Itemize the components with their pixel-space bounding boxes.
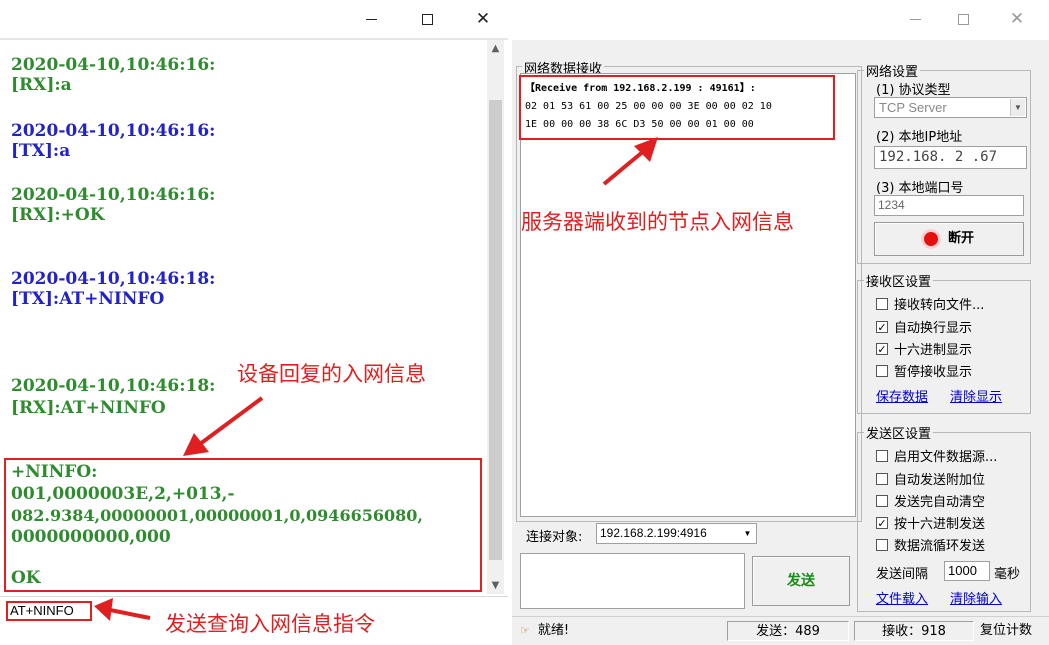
annotation-arrows	[602, 137, 658, 186]
connect-target-select[interactable]: 192.168.2.199:4916 ▼	[596, 523, 757, 544]
tx-option-auto-clear[interactable]: 发送完自动清空	[876, 491, 985, 510]
chevron-down-icon[interactable]: ▼	[740, 525, 755, 542]
connect-target-label: 连接对象:	[526, 530, 583, 545]
tx-option-hex-send[interactable]: ✓ 按十六进制发送	[876, 513, 985, 532]
checkbox[interactable]	[876, 494, 888, 507]
rx-option-to-file[interactable]: 接收转向文件...	[876, 294, 984, 313]
net-settings-title: 网络设置	[864, 61, 921, 80]
checkbox[interactable]	[876, 472, 888, 485]
checkbox[interactable]	[876, 364, 888, 377]
close-button[interactable]: ✕	[994, 0, 1040, 38]
checkbox[interactable]	[876, 449, 888, 462]
port-label: (3) 本地端口号	[876, 181, 964, 196]
chevron-down-icon[interactable]: ▼	[1010, 99, 1025, 116]
annotation-arrows	[94, 396, 264, 621]
load-file-link[interactable]: 文件载入	[876, 588, 928, 607]
protocol-select[interactable]: TCP Server ▼	[874, 97, 1027, 118]
checkbox-checked[interactable]: ✓	[876, 342, 888, 355]
maximize-button[interactable]	[940, 0, 986, 38]
tx-option-append-bits[interactable]: 自动发送附加位	[876, 469, 985, 488]
ready-label: 就绪!	[537, 623, 570, 638]
send-button[interactable]: 发送	[752, 556, 850, 606]
ip-field[interactable]: 192.168. 2 .67	[874, 146, 1027, 169]
checkbox-checked[interactable]: ✓	[876, 516, 888, 529]
checkbox[interactable]	[876, 297, 888, 310]
maximize-icon	[957, 13, 969, 25]
checkbox[interactable]	[876, 538, 888, 551]
interval-unit: 毫秒	[994, 567, 1021, 582]
minimize-icon	[909, 18, 921, 20]
arrow-to-reply	[198, 396, 264, 446]
save-data-link[interactable]: 保存数据	[876, 386, 928, 405]
network-assistant-window: ✕ 网络数据接收 【Receive from 192.168.2.199 : 4…	[512, 0, 1049, 645]
option-label: 启用文件数据源...	[894, 450, 998, 465]
close-icon: ✕	[1009, 8, 1025, 29]
hand-pointer-icon: ☞	[520, 624, 530, 637]
tx-option-file-source[interactable]: 启用文件数据源...	[876, 446, 997, 465]
status-bar: ☞ 就绪! 发送：489 接收：918 复位计数	[512, 616, 1049, 645]
interval-label: 发送间隔	[876, 567, 929, 582]
option-label: 发送完自动清空	[894, 495, 986, 510]
option-label: 数据流循环发送	[894, 539, 986, 554]
disconnect-button[interactable]: 断开	[874, 222, 1024, 256]
interval-field[interactable]: 1000	[944, 561, 990, 581]
arrow-head	[94, 598, 113, 621]
reset-count-button[interactable]: 复位计数	[980, 621, 1049, 641]
checkbox-checked[interactable]: ✓	[876, 320, 888, 333]
serial-terminal-window: ✕ 2020-04-10,10:46:16: [RX]:a 2020-04-10…	[0, 0, 508, 645]
arrow-head	[183, 433, 209, 456]
status-led-icon	[923, 231, 938, 246]
connect-target-value: 192.168.2.199:4916	[600, 526, 707, 540]
clear-input-link[interactable]: 清除输入	[950, 588, 1002, 607]
arrow-to-rx	[602, 148, 647, 186]
disconnect-label: 断开	[947, 231, 974, 246]
option-label: 暂停接收显示	[894, 365, 973, 380]
rx-option-pause[interactable]: 暂停接收显示	[876, 361, 972, 380]
clear-display-link[interactable]: 清除显示	[950, 386, 1002, 405]
option-label: 接收转向文件...	[894, 298, 985, 313]
send-input[interactable]	[520, 553, 745, 609]
option-label: 十六进制显示	[894, 343, 973, 358]
rx-option-hex-display[interactable]: ✓ 十六进制显示	[876, 339, 972, 358]
option-label: 自动发送附加位	[894, 473, 986, 488]
received-count: 接收：918	[854, 621, 974, 641]
option-label: 自动换行显示	[894, 321, 973, 336]
minimize-button[interactable]	[892, 0, 938, 38]
protocol-label: (1) 协议类型	[876, 83, 951, 98]
rx-settings-title: 接收区设置	[864, 271, 934, 290]
sent-count: 发送：489	[727, 621, 849, 641]
option-label: 按十六进制发送	[894, 517, 986, 532]
arrow-to-input	[109, 608, 151, 620]
rx-option-auto-wrap[interactable]: ✓ 自动换行显示	[876, 317, 972, 336]
ready-status: ☞ 就绪!	[520, 621, 569, 641]
tx-settings-title: 发送区设置	[864, 423, 934, 442]
port-field[interactable]: 1234	[874, 195, 1024, 216]
tx-option-loop-send[interactable]: 数据流循环发送	[876, 535, 985, 554]
ip-label: (2) 本地IP地址	[876, 130, 963, 145]
protocol-value: TCP Server	[879, 100, 947, 115]
